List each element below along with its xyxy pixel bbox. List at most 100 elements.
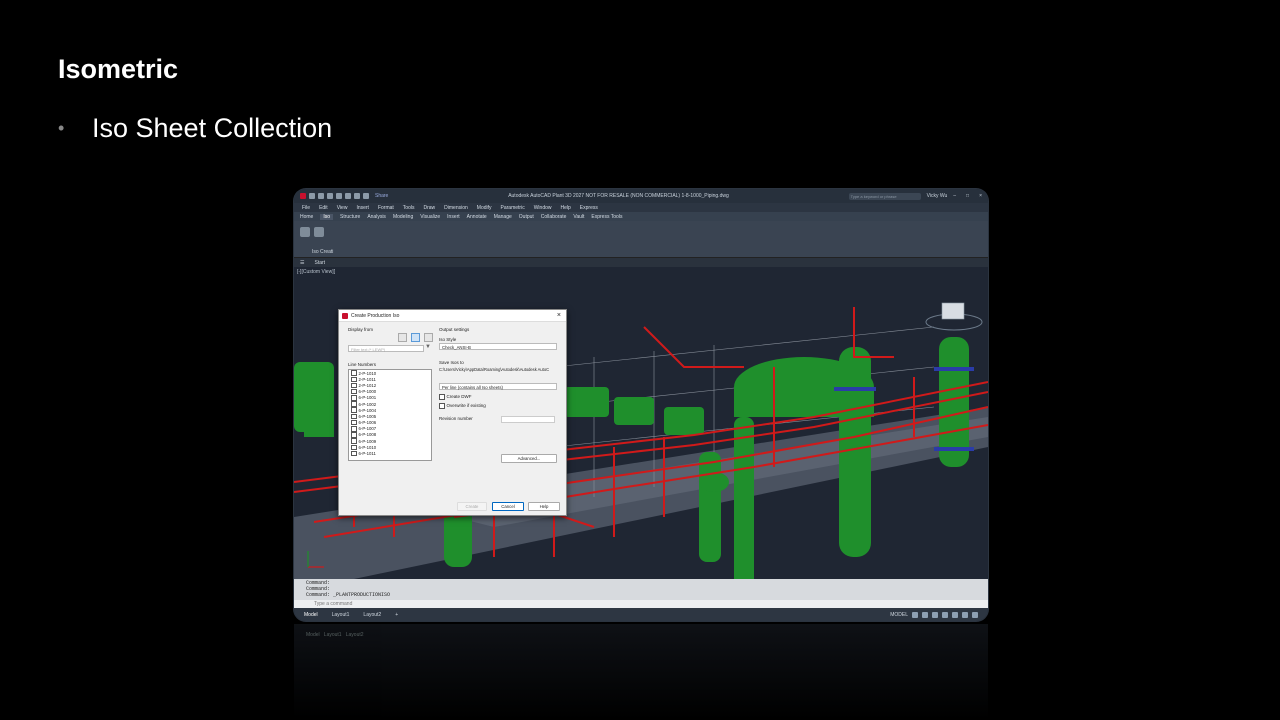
search-input[interactable]: Type a keyword or phrase <box>848 192 921 200</box>
checkbox[interactable] <box>351 395 357 401</box>
ortho-icon[interactable] <box>932 611 938 618</box>
file-tab-start[interactable]: Start <box>314 260 325 266</box>
menu-dimension[interactable]: Dimension <box>444 205 468 211</box>
hamburger-icon[interactable]: ☰ <box>300 260 304 266</box>
tab-structure[interactable]: Structure <box>340 214 360 220</box>
tab-output[interactable]: Output <box>519 214 534 220</box>
line-numbers-list[interactable]: 2-P-1010 2-P-1011 2-P-1012 6-P-1000 6-P-… <box>348 369 432 461</box>
polar-icon[interactable] <box>942 611 948 618</box>
menu-window[interactable]: Window <box>534 205 552 211</box>
menu-tools[interactable]: Tools <box>403 205 415 211</box>
close-icon[interactable]: × <box>557 312 561 319</box>
redo-icon[interactable] <box>363 193 369 199</box>
checkbox[interactable] <box>351 450 357 457</box>
menu-modify[interactable]: Modify <box>477 205 492 211</box>
line-number: 6-P-1002 <box>358 401 377 407</box>
revision-input[interactable] <box>501 416 555 423</box>
help-button[interactable]: Help <box>528 502 560 511</box>
command-line: Command: _PLANTPRODUCTIONISO <box>306 592 391 598</box>
checkbox[interactable] <box>351 444 357 451</box>
layout-tab-layout1[interactable]: Layout1 <box>332 612 350 618</box>
tab-collaborate[interactable]: Collaborate <box>541 214 567 220</box>
advanced-button[interactable]: Advanced... <box>501 454 557 463</box>
tab-manage[interactable]: Manage <box>494 214 512 220</box>
menu-insert[interactable]: Insert <box>356 205 369 211</box>
minimize-icon[interactable]: – <box>953 193 956 199</box>
output-settings-label: Output settings <box>439 327 470 332</box>
checkbox[interactable] <box>351 401 357 407</box>
open-icon[interactable] <box>318 193 324 199</box>
add-layout-icon[interactable]: + <box>395 612 398 618</box>
tab-express-tools[interactable]: Express Tools <box>591 214 622 220</box>
list-item[interactable]: 6-P-1011 <box>349 450 431 457</box>
select-icon[interactable] <box>424 333 433 342</box>
print-icon[interactable] <box>345 193 351 199</box>
snap-icon[interactable] <box>922 611 928 618</box>
undo-icon[interactable] <box>354 193 360 199</box>
checkbox[interactable] <box>439 403 445 409</box>
checkbox[interactable] <box>351 432 357 438</box>
layout-tab-layout2[interactable]: Layout2 <box>363 612 381 618</box>
checkbox[interactable] <box>351 413 357 420</box>
menu-edit[interactable]: Edit <box>319 205 328 211</box>
cancel-button[interactable]: Cancel <box>492 502 524 511</box>
checkbox[interactable] <box>351 419 357 426</box>
tab-iso[interactable]: Iso <box>320 213 334 220</box>
checkbox[interactable] <box>351 407 357 413</box>
checkbox[interactable] <box>351 388 357 395</box>
create-dwf-checkbox[interactable]: Create DWF <box>439 394 472 400</box>
checkbox[interactable] <box>439 394 445 400</box>
output-mode-select[interactable]: Per line (contains all Iso sheets) <box>439 383 557 390</box>
viewport-label[interactable]: [-][Custom View][ <box>297 269 335 275</box>
grid-icon[interactable] <box>912 611 918 618</box>
line-number: 2-P-1010 <box>358 370 377 376</box>
checkbox[interactable] <box>351 426 357 432</box>
save-icon[interactable] <box>327 193 333 199</box>
menu-format[interactable]: Format <box>378 205 394 211</box>
menu-file[interactable]: File <box>302 205 310 211</box>
share-button[interactable]: Share <box>375 193 388 199</box>
tab-insert[interactable]: Insert <box>447 214 460 220</box>
model-view-icon[interactable] <box>411 333 420 342</box>
line-number: 6-P-1008 <box>358 432 377 438</box>
menu-draw[interactable]: Draw <box>423 205 435 211</box>
tab-modeling[interactable]: Modeling <box>393 214 413 220</box>
command-input[interactable]: Type a command <box>294 600 988 608</box>
checkbox[interactable] <box>351 370 357 376</box>
model-space-label[interactable]: MODEL <box>890 612 908 618</box>
model-viewport[interactable]: [-][Custom View][ Create Production Iso … <box>294 267 988 579</box>
checkbox[interactable] <box>351 382 357 389</box>
tab-vault[interactable]: Vault <box>573 214 584 220</box>
iso-style-select[interactable]: Check_ANSI-B <box>439 343 557 350</box>
ribbon-panel-label: Iso Creati <box>312 249 334 255</box>
tab-annotate[interactable]: Annotate <box>467 214 487 220</box>
project-view-icon[interactable] <box>398 333 407 342</box>
revision-label: Revision number <box>439 416 473 421</box>
user-name[interactable]: Vicky Wu <box>927 193 948 199</box>
ribbon-tool-icon[interactable] <box>314 227 324 237</box>
workspace-icon[interactable] <box>962 611 968 618</box>
maximize-icon[interactable]: □ <box>966 193 969 199</box>
filter-icon[interactable]: ▼ <box>425 344 431 350</box>
filter-input[interactable]: Filter text (* LEWP) <box>348 345 424 352</box>
close-icon[interactable]: × <box>979 193 982 199</box>
menu-express[interactable]: Express <box>580 205 598 211</box>
menu-help[interactable]: Help <box>561 205 571 211</box>
menu-parametric[interactable]: Parametric <box>501 205 525 211</box>
overwrite-checkbox[interactable]: Overwrite if existing <box>439 403 486 409</box>
new-icon[interactable] <box>309 193 315 199</box>
app-menu-icon[interactable] <box>300 193 306 199</box>
tab-visualize[interactable]: Visualize <box>420 214 440 220</box>
ribbon-tool-icon[interactable] <box>300 227 310 237</box>
tab-analysis[interactable]: Analysis <box>367 214 386 220</box>
checkbox[interactable] <box>351 438 357 444</box>
saveas-icon[interactable] <box>336 193 342 199</box>
viewcube-icon[interactable] <box>925 302 983 331</box>
create-button[interactable]: Create <box>457 502 487 511</box>
checkbox[interactable] <box>351 376 357 383</box>
osnap-icon[interactable] <box>952 611 958 618</box>
layout-tab-model[interactable]: Model <box>304 612 318 618</box>
tab-home[interactable]: Home <box>300 214 313 220</box>
menu-view[interactable]: View <box>337 205 348 211</box>
customize-icon[interactable] <box>972 611 978 618</box>
